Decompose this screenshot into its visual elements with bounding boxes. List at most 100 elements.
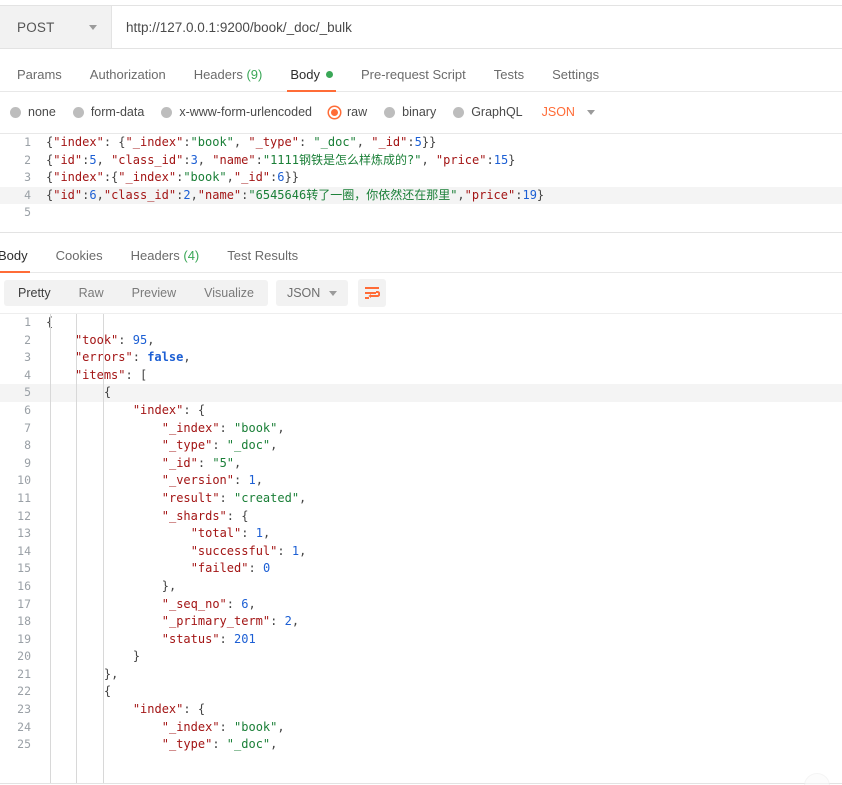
- tab-label: Body: [290, 67, 320, 82]
- line-number: 2: [24, 332, 31, 347]
- response-tab-test-results[interactable]: Test Results: [213, 248, 312, 272]
- response-body-editor[interactable]: 1{2 "took": 95, 3 "errors": false, 4 "item…: [0, 313, 842, 783]
- body-type-raw[interactable]: raw: [329, 105, 367, 119]
- line-number: 6: [24, 402, 31, 417]
- tab-settings[interactable]: Settings: [538, 67, 613, 91]
- code-line: 7 "_index": "book",: [0, 420, 842, 438]
- tab-authorization[interactable]: Authorization: [76, 67, 180, 91]
- line-number: 3: [24, 350, 31, 365]
- request-body-editor[interactable]: 1 {"index": {"_index":"book", "_type": "_…: [0, 133, 842, 233]
- tab-label: Pre-request Script: [360, 67, 466, 82]
- line-number: 20: [17, 649, 31, 664]
- tab-label: Test Results: [227, 248, 299, 263]
- code-line: 15 "failed": 0: [0, 560, 842, 578]
- code-text: {"index":{"_index":"book","_id":6}}: [46, 170, 299, 185]
- bottom-divider: [0, 783, 842, 784]
- chevron-down-icon: [89, 24, 97, 30]
- line-number: 1: [24, 135, 31, 149]
- code-line: 19 "status": 201: [0, 631, 842, 649]
- tab-pre-request-script[interactable]: Pre-request Script: [347, 67, 480, 91]
- response-language-select[interactable]: JSON: [275, 280, 349, 306]
- line-number: 5: [24, 205, 31, 220]
- code-line: 21 },: [0, 666, 842, 684]
- tab-tests[interactable]: Tests: [480, 67, 538, 91]
- line-number: 3: [24, 170, 31, 185]
- line-number: 24: [17, 719, 31, 734]
- code-text: {"index": {"_index":"book", "_type": "_d…: [46, 135, 437, 149]
- line-number: 12: [17, 508, 31, 523]
- chevron-down-icon: [329, 290, 338, 296]
- url-text: http://127.0.0.1:9200/book/_doc/_bulk: [126, 19, 352, 35]
- tab-label: Headers: [130, 248, 180, 263]
- body-type-binary[interactable]: binary: [384, 105, 436, 119]
- url-input[interactable]: http://127.0.0.1:9200/book/_doc/_bulk: [112, 6, 842, 48]
- raw-format-select[interactable]: JSON: [542, 105, 595, 119]
- line-number: 4: [24, 187, 31, 202]
- response-tab-body[interactable]: Body: [0, 248, 42, 273]
- line-number: 22: [17, 684, 31, 699]
- line-number: 5: [24, 385, 31, 400]
- code-text: "_id": "5",: [161, 455, 242, 470]
- code-line: 24 "_index": "book",: [0, 719, 842, 737]
- tab-body[interactable]: Body: [276, 67, 347, 92]
- code-text: "_index": "book",: [161, 719, 285, 734]
- body-type-none[interactable]: none: [10, 105, 56, 119]
- code-line: 25 "_type": "_doc",: [0, 736, 842, 754]
- word-wrap-icon: [365, 287, 381, 299]
- code-line: 6 "index": {: [0, 402, 842, 420]
- format-pretty[interactable]: Pretty: [4, 280, 65, 306]
- code-text: }: [132, 649, 141, 664]
- code-line: 8 "_type": "_doc",: [0, 437, 842, 455]
- format-raw[interactable]: Raw: [65, 280, 118, 306]
- radio-icon: [72, 106, 84, 118]
- code-line: 17 "_seq_no": 6,: [0, 596, 842, 614]
- headers-count: (9): [246, 67, 263, 82]
- code-line: 10 "_version": 1,: [0, 472, 842, 490]
- body-present-dot-icon: [325, 71, 333, 79]
- code-line: 3 "errors": false,: [0, 349, 842, 367]
- format-visualize[interactable]: Visualize: [190, 280, 268, 306]
- response-tab-cookies[interactable]: Cookies: [42, 248, 117, 272]
- code-line: 1 {"index": {"_index":"book", "_type": "_…: [0, 134, 842, 152]
- code-line: 20 }: [0, 648, 842, 666]
- raw-format-label: JSON: [541, 105, 575, 119]
- code-text: "_type": "_doc",: [161, 438, 278, 453]
- http-method-select[interactable]: POST: [0, 6, 112, 48]
- code-text: "index": {: [132, 402, 206, 417]
- body-type-urlencoded[interactable]: x-www-form-urlencoded: [161, 105, 312, 119]
- code-line: 4 "items": [: [0, 367, 842, 385]
- code-line: 13 "total": 1,: [0, 525, 842, 543]
- body-type-graphql[interactable]: GraphQL: [453, 105, 523, 119]
- tab-label: Authorization: [89, 67, 166, 82]
- code-line: 11 "result": "created",: [0, 490, 842, 508]
- line-number: 18: [17, 614, 31, 629]
- format-preview[interactable]: Preview: [118, 280, 190, 306]
- line-number: 15: [17, 561, 31, 576]
- http-method-label: POST: [17, 19, 55, 35]
- line-number: 14: [17, 543, 31, 558]
- tab-label: Tests: [493, 67, 525, 82]
- tab-label: Body: [0, 248, 28, 263]
- code-line: 9 "_id": "5",: [0, 455, 842, 473]
- tab-label: Headers: [193, 67, 243, 82]
- code-text: "status": 201: [161, 631, 256, 646]
- code-text: "_type": "_doc",: [161, 737, 278, 752]
- code-line: 18 "_primary_term": 2,: [0, 613, 842, 631]
- body-type-label: form-data: [90, 105, 145, 119]
- code-line: 2 "took": 95,: [0, 332, 842, 350]
- radio-icon: [384, 106, 396, 118]
- code-text: "errors": false,: [74, 350, 191, 365]
- code-text: "items": [: [74, 367, 148, 382]
- response-tabs: Body Cookies Headers (4) Test Results: [0, 240, 842, 273]
- line-number: 8: [24, 438, 31, 453]
- response-tab-headers[interactable]: Headers (4): [117, 248, 214, 272]
- response-toolbar: Pretty Raw Preview Visualize JSON: [0, 273, 842, 313]
- body-type-form-data[interactable]: form-data: [72, 105, 145, 119]
- tab-params[interactable]: Params: [3, 67, 76, 91]
- code-text: {: [46, 315, 54, 329]
- tab-headers[interactable]: Headers (9): [180, 67, 277, 91]
- code-text: {: [103, 385, 112, 400]
- radio-icon: [161, 106, 173, 118]
- word-wrap-button[interactable]: [358, 279, 387, 307]
